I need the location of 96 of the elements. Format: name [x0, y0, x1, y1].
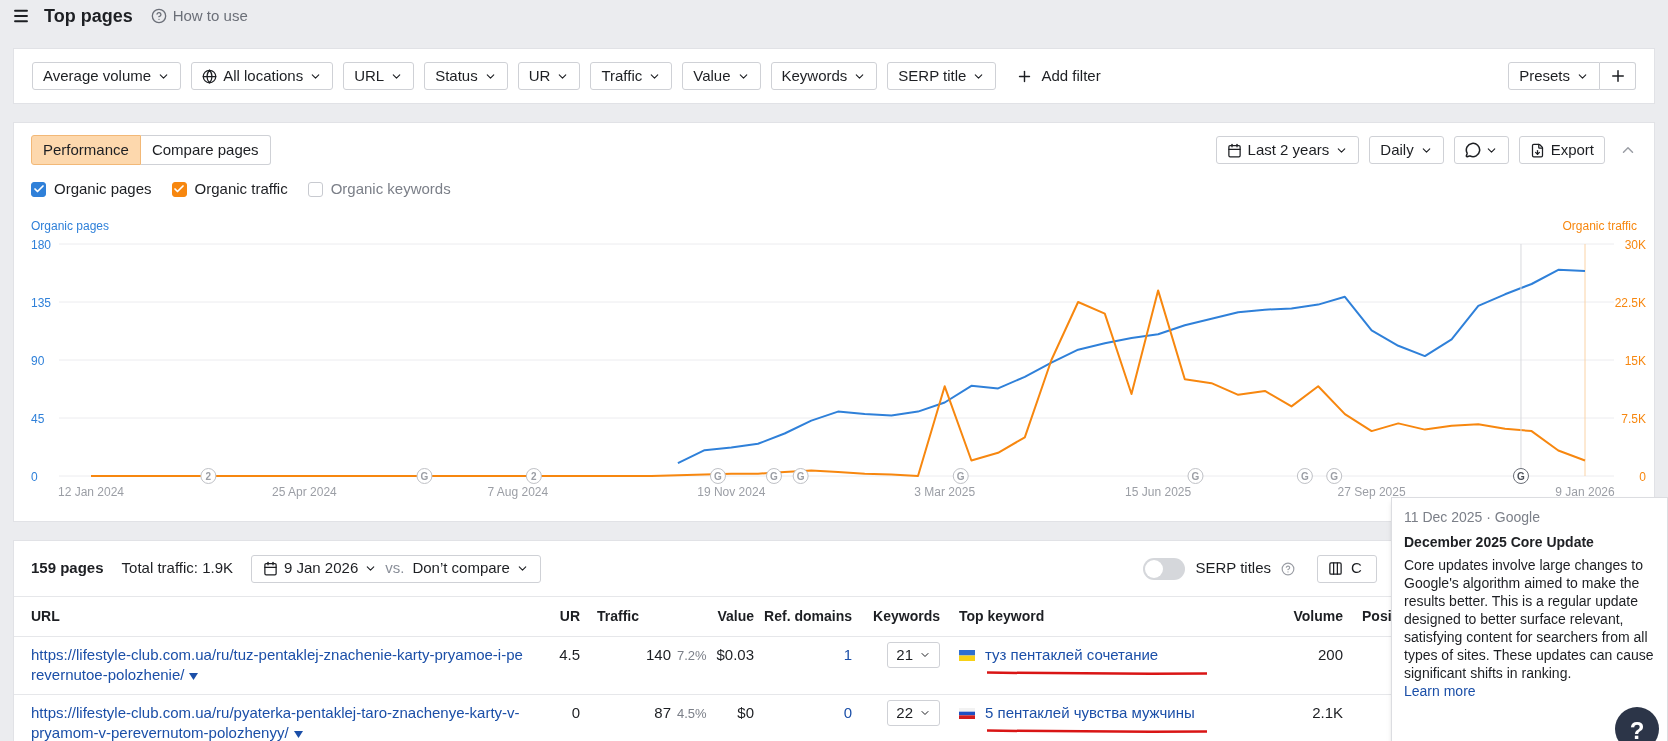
y-axis-label: 30K	[1624, 237, 1646, 252]
ref-domains-link[interactable]: 1	[754, 645, 852, 665]
add-filter-button[interactable]: Add filter	[1006, 64, 1111, 88]
filter-dropdown[interactable]: All locations	[191, 62, 334, 90]
x-axis-label: 15 Jun 2025	[1125, 484, 1192, 499]
value-cell-text: $0.03	[715, 645, 754, 665]
date-dropdown[interactable]: 9 Jan 2026	[263, 557, 378, 580]
serp-titles-label: SERP titles	[1195, 558, 1271, 579]
columns-icon	[1328, 561, 1343, 576]
toggle-switch[interactable]	[1143, 557, 1186, 580]
annotations-dropdown[interactable]	[1453, 136, 1509, 164]
view-tab[interactable]: Performance	[31, 135, 141, 165]
filter-dropdown[interactable]: Status	[424, 62, 508, 90]
traffic-share: 7.2%	[677, 647, 707, 665]
column-header[interactable]: Keywords	[852, 606, 940, 627]
event-title: December 2025 Core Update	[1404, 533, 1595, 551]
filter-dropdown[interactable]: URL	[343, 62, 415, 90]
series-label: Organic traffic	[194, 179, 288, 199]
x-axis-label: 3 Mar 2025	[914, 484, 976, 499]
column-header[interactable]: Volume	[1259, 606, 1343, 627]
event-description: Core updates involve large changes to Google's algorithm aimed to make the results better. This is a regular update designed to better surface relevant, satisfying content for searchers from all types of sites. These updates can cause significant shifts in ranking.	[1404, 556, 1655, 682]
y-axis-label: 0	[31, 469, 38, 484]
globe-icon	[202, 68, 218, 84]
x-axis-label: 9 Jan 2026	[1555, 484, 1615, 499]
calendar-icon	[1226, 142, 1242, 158]
filter-dropdown[interactable]: Value	[682, 62, 761, 90]
page-count: 159 pages	[31, 558, 104, 579]
filter-dropdown[interactable]: Average volume	[32, 62, 182, 90]
traffic-cell-text: 87	[653, 703, 671, 723]
x-axis-label: 12 Jan 2024	[57, 484, 125, 499]
keywords-dropdown[interactable]: 22	[887, 700, 940, 726]
calendar-icon	[263, 561, 278, 576]
learn-more-link[interactable]: Learn more	[1404, 683, 1476, 699]
keyword-link[interactable]: туз пентаклей сочетание	[985, 645, 1159, 665]
filter-dropdown[interactable]: SERP title	[887, 62, 997, 90]
volume-cell-text: 2.1K	[1311, 703, 1343, 723]
y-axis-label: 90	[31, 353, 45, 368]
view-tab[interactable]: Compare pages	[140, 135, 271, 165]
help-icon	[1281, 561, 1295, 576]
volume-cell-text: 200	[1316, 645, 1343, 665]
event-marker[interactable]: G	[1512, 467, 1529, 484]
keyword-link[interactable]: 5 пентаклей чувства мужчины	[985, 703, 1195, 723]
help-icon	[150, 8, 167, 24]
checkbox[interactable]	[31, 181, 46, 197]
y-axis-label: 135	[31, 295, 52, 310]
right-axis-title: Organic traffic	[1562, 217, 1637, 234]
presets-dropdown[interactable]: Presets	[1508, 62, 1600, 90]
traffic-share: 4.5%	[677, 705, 707, 723]
column-header[interactable]: UR	[546, 606, 580, 627]
ur-cell-text: 0	[570, 703, 580, 723]
series-label: Organic pages	[54, 179, 152, 199]
traffic-cell-text: 140	[644, 645, 671, 665]
column-header[interactable]: Top keyword	[940, 606, 1259, 627]
x-axis-label: 19 Nov 2024	[697, 484, 766, 499]
left-axis-title: Organic pages	[31, 217, 110, 234]
page-url-link[interactable]: https://lifestyle-club.com.ua/ru/tuz-pentaklej-znachenie-karty-pryamoe-i-perevernutoe-polozhenie/	[31, 645, 526, 685]
download-icon	[1529, 142, 1545, 158]
series-label: Organic keywords	[330, 179, 451, 199]
column-header[interactable]: Value	[710, 606, 754, 627]
ur-cell-text: 4.5	[558, 645, 580, 665]
menu-icon[interactable]	[12, 7, 30, 25]
granularity-dropdown[interactable]: Daily	[1369, 136, 1444, 164]
caret-icon[interactable]	[293, 730, 303, 738]
total-traffic: Total traffic: 1.9K	[121, 558, 233, 579]
ref-domains-link[interactable]: 0	[754, 703, 852, 723]
event-meta: 11 Dec 2025 · Google	[1404, 508, 1541, 526]
y-axis-label: 22.5K	[1614, 295, 1646, 310]
caret-icon[interactable]	[189, 672, 199, 680]
column-header[interactable]: URL	[31, 606, 546, 627]
how-to-use-link[interactable]: How to use	[172, 4, 248, 28]
export-button[interactable]: Export	[1518, 136, 1605, 164]
y-axis-label: 15K	[1624, 353, 1646, 368]
page-url-link[interactable]: https://lifestyle-club.com.ua/ru/pyaterka-pentaklej-taro-znachenye-karty-v-pryamom-v-perevernutom-polozhenyy/	[31, 703, 526, 741]
keywords-dropdown[interactable]: 21	[887, 642, 940, 668]
filter-dropdown[interactable]: Keywords	[770, 62, 878, 90]
column-header[interactable]: Ref. domains	[754, 606, 852, 627]
checkbox[interactable]	[171, 181, 187, 197]
y-axis-label: 45	[31, 411, 45, 426]
y-axis-label: 7.5K	[1621, 411, 1646, 426]
x-axis-label: 25 Apr 2024	[272, 484, 337, 499]
columns-button[interactable]: C	[1317, 554, 1377, 583]
page-title: Top pages	[44, 4, 133, 28]
vs-label: vs.	[385, 558, 405, 579]
compare-dropdown[interactable]: Don’t compare	[412, 557, 529, 580]
y-axis-label: 180	[31, 237, 52, 252]
checkbox[interactable]	[307, 181, 323, 197]
add-preset-button[interactable]	[1600, 62, 1636, 90]
x-axis-label: 7 Aug 2024	[487, 484, 549, 499]
filter-dropdown[interactable]: UR	[517, 62, 581, 90]
column-header[interactable]: Traffic	[580, 606, 710, 627]
value-cell-text: $0	[736, 703, 754, 723]
date-range-dropdown[interactable]: Last 2 years	[1215, 136, 1360, 164]
y-axis-label: 0	[1639, 469, 1646, 484]
comment-icon	[1464, 142, 1481, 158]
x-axis-label: 27 Sep 2025	[1337, 484, 1406, 499]
filter-dropdown[interactable]: Traffic	[590, 62, 673, 90]
